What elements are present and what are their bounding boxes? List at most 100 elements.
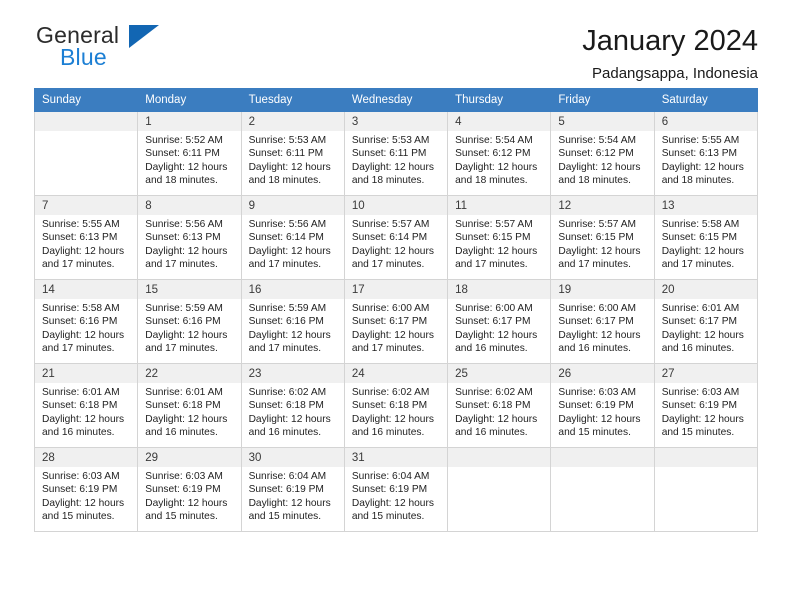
calendar-day-cell[interactable]: 26 Sunrise: 6:03 AM Sunset: 6:19 PM Dayligh… — [550, 363, 655, 448]
calendar-empty-cell — [33, 111, 139, 196]
sunrise-text: Sunrise: 5:57 AM — [351, 219, 430, 230]
calendar-day-cell[interactable]: 31 Sunrise: 6:04 AM Sunset: 6:19 PM Dayligh… — [343, 447, 449, 532]
page-header: General Blue January 2024 Padangsappa, I… — [34, 0, 758, 82]
calendar-day-cell[interactable]: 12 Sunrise: 5:57 AM Sunset: 6:15 PM Dayligh… — [550, 195, 655, 280]
day-details: Sunrise: 6:00 AM Sunset: 6:17 PM Daylight:… — [551, 299, 653, 356]
daylight-text: Daylight: 12 hours and 17 minutes. — [558, 245, 641, 271]
day-details: Sunrise: 6:04 AM Sunset: 6:19 PM Daylight:… — [345, 467, 447, 524]
day-number — [35, 112, 138, 131]
day-number: 7 — [35, 196, 138, 215]
sunset-text: Sunset: 6:18 PM — [145, 400, 221, 412]
calendar-header-row: Sunday Monday Tuesday Wednesday Thursday… — [33, 88, 759, 112]
day-number: 12 — [551, 196, 654, 215]
calendar-day-cell[interactable]: 19 Sunrise: 6:00 AM Sunset: 6:17 PM Dayligh… — [550, 279, 655, 364]
calendar-day-cell[interactable]: 25 Sunrise: 6:02 AM Sunset: 6:18 PM Dayligh… — [447, 363, 552, 448]
calendar-day-cell[interactable]: 14 Sunrise: 5:58 AM Sunset: 6:16 PM Dayligh… — [33, 279, 139, 364]
day-number: 2 — [241, 112, 344, 131]
calendar-day-cell[interactable]: 28 Sunrise: 6:03 AM Sunset: 6:19 PM Dayligh… — [33, 447, 139, 532]
calendar-day-cell[interactable]: 6 Sunrise: 5:55 AM Sunset: 6:13 PM Daylight… — [653, 111, 759, 196]
day-number: 10 — [344, 196, 448, 215]
sunrise-text: Sunrise: 6:01 AM — [42, 387, 120, 398]
day-details: Sunrise: 6:03 AM Sunset: 6:19 PM Daylight:… — [551, 383, 653, 440]
calendar-day-cell[interactable]: 2 Sunrise: 5:53 AM Sunset: 6:11 PM Daylight… — [240, 111, 345, 196]
calendar-day-cell[interactable]: 20 Sunrise: 6:01 AM Sunset: 6:17 PM Dayligh… — [653, 279, 759, 364]
calendar-day-cell[interactable]: 15 Sunrise: 5:59 AM Sunset: 6:16 PM Dayligh… — [137, 279, 242, 364]
calendar-day-cell[interactable]: 30 Sunrise: 6:04 AM Sunset: 6:19 PM Dayligh… — [240, 447, 345, 532]
calendar-day-cell[interactable]: 8 Sunrise: 5:56 AM Sunset: 6:13 PM Daylight… — [137, 195, 242, 280]
calendar-day-cell[interactable]: 17 Sunrise: 6:00 AM Sunset: 6:17 PM Dayligh… — [343, 279, 449, 364]
sunset-text: Sunset: 6:15 PM — [455, 232, 531, 244]
sunrise-text: Sunrise: 6:02 AM — [248, 387, 327, 398]
weekday-header-saturday: Saturday — [653, 88, 759, 112]
day-details: Sunrise: 5:56 AM Sunset: 6:13 PM Daylight:… — [138, 215, 240, 272]
day-details: Sunrise: 5:56 AM Sunset: 6:14 PM Daylight:… — [242, 215, 344, 272]
calendar-day-cell[interactable]: 21 Sunrise: 6:01 AM Sunset: 6:18 PM Dayligh… — [33, 363, 139, 448]
day-details: Sunrise: 5:55 AM Sunset: 6:13 PM Daylight:… — [35, 215, 137, 272]
sunset-text: Sunset: 6:19 PM — [42, 484, 118, 496]
sunrise-text: Sunrise: 6:00 AM — [558, 303, 636, 314]
sunset-text: Sunset: 6:19 PM — [248, 484, 324, 496]
calendar-day-cell[interactable]: 27 Sunrise: 6:03 AM Sunset: 6:19 PM Dayligh… — [653, 363, 759, 448]
calendar-day-cell[interactable]: 18 Sunrise: 6:00 AM Sunset: 6:17 PM Dayligh… — [447, 279, 552, 364]
weekday-header-friday: Friday — [550, 88, 655, 112]
sunset-text: Sunset: 6:16 PM — [42, 316, 118, 328]
day-number: 11 — [448, 196, 551, 215]
day-number — [551, 448, 654, 467]
sunrise-text: Sunrise: 6:02 AM — [455, 387, 533, 398]
calendar-day-cell[interactable]: 29 Sunrise: 6:03 AM Sunset: 6:19 PM Dayligh… — [137, 447, 242, 532]
sunset-text: Sunset: 6:16 PM — [248, 316, 324, 328]
day-number: 8 — [138, 196, 241, 215]
day-number: 28 — [35, 448, 138, 467]
calendar-day-cell[interactable]: 1 Sunrise: 5:52 AM Sunset: 6:11 PM Daylight… — [137, 111, 242, 196]
calendar-day-cell[interactable]: 16 Sunrise: 5:59 AM Sunset: 6:16 PM Dayligh… — [240, 279, 345, 364]
daylight-text: Daylight: 12 hours and 17 minutes. — [661, 245, 744, 271]
calendar-day-cell[interactable]: 5 Sunrise: 5:54 AM Sunset: 6:12 PM Daylight… — [550, 111, 655, 196]
calendar-day-cell[interactable]: 13 Sunrise: 5:58 AM Sunset: 6:15 PM Dayligh… — [653, 195, 759, 280]
sunset-text: Sunset: 6:19 PM — [351, 484, 428, 496]
sunrise-text: Sunrise: 5:58 AM — [42, 303, 120, 314]
daylight-text: Daylight: 12 hours and 15 minutes. — [248, 497, 331, 523]
calendar-day-cell[interactable]: 23 Sunrise: 6:02 AM Sunset: 6:18 PM Dayligh… — [240, 363, 345, 448]
calendar-day-cell[interactable]: 24 Sunrise: 6:02 AM Sunset: 6:18 PM Dayligh… — [343, 363, 449, 448]
daylight-text: Daylight: 12 hours and 15 minutes. — [558, 413, 641, 439]
daylight-text: Daylight: 12 hours and 16 minutes. — [558, 329, 641, 355]
weekday-header-thursday: Thursday — [447, 88, 552, 112]
sunrise-text: Sunrise: 6:04 AM — [351, 471, 430, 482]
calendar-day-cell[interactable]: 9 Sunrise: 5:56 AM Sunset: 6:14 PM Daylight… — [240, 195, 345, 280]
daylight-text: Daylight: 12 hours and 16 minutes. — [351, 413, 434, 439]
day-details: Sunrise: 5:59 AM Sunset: 6:16 PM Daylight:… — [138, 299, 240, 356]
calendar-day-cell[interactable]: 7 Sunrise: 5:55 AM Sunset: 6:13 PM Daylight… — [33, 195, 139, 280]
calendar-day-cell[interactable]: 4 Sunrise: 5:54 AM Sunset: 6:12 PM Daylight… — [447, 111, 552, 196]
calendar-day-cell[interactable]: 3 Sunrise: 5:53 AM Sunset: 6:11 PM Daylight… — [343, 111, 449, 196]
calendar-week-row: 21 Sunrise: 6:01 AM Sunset: 6:18 PM Dayligh… — [33, 363, 759, 448]
day-number: 22 — [138, 364, 241, 383]
day-number — [448, 448, 551, 467]
sunset-text: Sunset: 6:14 PM — [248, 232, 324, 244]
calendar-day-cell[interactable]: 10 Sunrise: 5:57 AM Sunset: 6:14 PM Dayligh… — [343, 195, 449, 280]
day-number: 1 — [138, 112, 241, 131]
day-number: 31 — [344, 448, 448, 467]
day-details: Sunrise: 6:02 AM Sunset: 6:18 PM Daylight:… — [448, 383, 550, 440]
daylight-text: Daylight: 12 hours and 17 minutes. — [248, 329, 331, 355]
daylight-text: Daylight: 12 hours and 17 minutes. — [145, 245, 228, 271]
logo-triangle-icon — [129, 25, 159, 48]
day-details: Sunrise: 6:03 AM Sunset: 6:19 PM Daylight:… — [655, 383, 757, 440]
day-details: Sunrise: 6:00 AM Sunset: 6:17 PM Daylight:… — [345, 299, 447, 356]
daylight-text: Daylight: 12 hours and 16 minutes. — [661, 329, 744, 355]
day-number: 18 — [448, 280, 551, 299]
day-details: Sunrise: 5:57 AM Sunset: 6:15 PM Daylight:… — [551, 215, 653, 272]
sunset-text: Sunset: 6:17 PM — [455, 316, 531, 328]
day-number — [654, 448, 757, 467]
sunrise-text: Sunrise: 6:02 AM — [351, 387, 430, 398]
day-details: Sunrise: 5:58 AM Sunset: 6:16 PM Daylight:… — [35, 299, 137, 356]
daylight-text: Daylight: 12 hours and 18 minutes. — [248, 161, 331, 187]
day-details: Sunrise: 6:00 AM Sunset: 6:17 PM Daylight:… — [448, 299, 550, 356]
day-details: Sunrise: 6:03 AM Sunset: 6:19 PM Daylight:… — [138, 467, 240, 524]
day-number: 24 — [344, 364, 448, 383]
sunset-text: Sunset: 6:17 PM — [351, 316, 428, 328]
day-number: 23 — [241, 364, 344, 383]
calendar-day-cell[interactable]: 11 Sunrise: 5:57 AM Sunset: 6:15 PM Dayligh… — [447, 195, 552, 280]
calendar-day-cell[interactable]: 22 Sunrise: 6:01 AM Sunset: 6:18 PM Dayligh… — [137, 363, 242, 448]
day-number: 19 — [551, 280, 654, 299]
general-blue-logo[interactable]: General Blue — [34, 22, 164, 76]
